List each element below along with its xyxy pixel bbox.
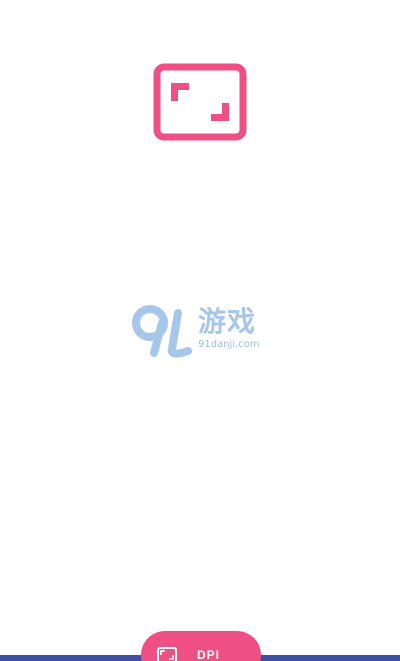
app-screen: 游戏 91danji.com DPI — [0, 0, 400, 661]
dpi-button[interactable]: DPI — [141, 631, 261, 661]
site-watermark: 游戏 91danji.com — [132, 303, 272, 359]
watermark-brand-text: 游戏 — [198, 305, 257, 338]
aspect-ratio-icon — [153, 63, 247, 141]
aspect-ratio-icon — [157, 647, 177, 661]
watermark-site-url: 91danji.com — [198, 339, 260, 350]
dpi-button-label: DPI — [197, 648, 221, 661]
